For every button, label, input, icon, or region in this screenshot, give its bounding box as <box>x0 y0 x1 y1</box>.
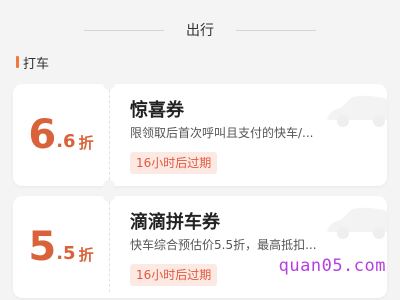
discount-decimal: .5 <box>56 243 76 264</box>
coupon-expire-badge: 16小时后过期 <box>130 264 218 286</box>
discount-unit: 折 <box>78 245 94 264</box>
discount-integer: 5 <box>28 224 57 270</box>
car-icon <box>327 95 387 127</box>
coupon-discount: 5 .5 折 <box>13 196 109 298</box>
divider-line-left <box>84 29 164 31</box>
coupon-notch-top <box>103 78 115 90</box>
category-accent-bar <box>16 56 19 68</box>
divider-line-right <box>236 29 316 31</box>
section-title: 出行 <box>186 23 214 39</box>
coupon-card[interactable]: 5 .5 折 滴滴拼车券 快车综合预估价5.5折，最高抵扣... 16小时后过期 <box>13 196 387 298</box>
page: 出行 打车 6 .6 折 惊喜券 限领取后首次呼叫且支付的快车/... 16小时… <box>0 0 400 300</box>
car-icon <box>327 207 387 239</box>
category-heading: 打车 <box>16 53 50 72</box>
discount-integer: 6 <box>28 112 57 158</box>
coupon-name: 滴滴拼车券 <box>130 212 220 233</box>
coupon-notch-top <box>103 190 115 202</box>
section-header: 出行 <box>0 18 400 42</box>
coupon-divider <box>109 90 110 180</box>
coupon-discount: 6 .6 折 <box>13 84 109 186</box>
coupon-name: 惊喜券 <box>130 100 184 121</box>
discount-decimal: .6 <box>56 131 76 152</box>
coupon-card[interactable]: 6 .6 折 惊喜券 限领取后首次呼叫且支付的快车/... 16小时后过期 <box>13 84 387 186</box>
site-watermark: quan05.com <box>278 256 386 276</box>
category-label: 打车 <box>23 56 50 72</box>
coupon-divider <box>109 202 110 292</box>
coupon-expire-badge: 16小时后过期 <box>130 152 218 174</box>
discount-unit: 折 <box>78 133 94 152</box>
